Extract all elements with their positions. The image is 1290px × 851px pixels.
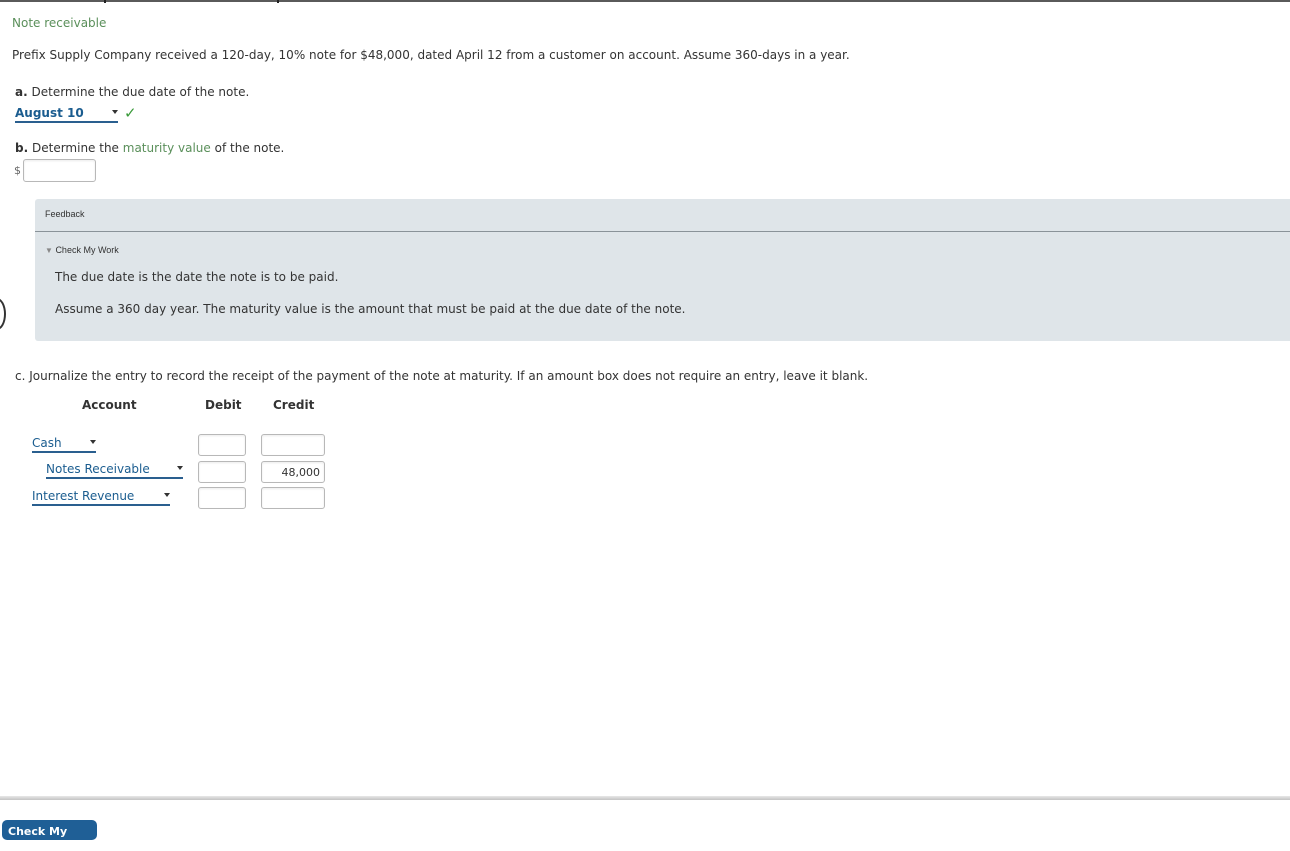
chevron-down-icon bbox=[164, 493, 170, 497]
account-select-row-3[interactable]: Interest Revenue bbox=[32, 489, 170, 506]
credit-input-row-3[interactable] bbox=[261, 487, 325, 509]
check-my-work-toggle-label: Check My Work bbox=[55, 245, 119, 255]
part-c-question: c. Journalize the entry to record the re… bbox=[15, 369, 868, 383]
feedback-panel: Feedback ▼ Check My Work The due date is… bbox=[35, 199, 1290, 341]
feedback-divider bbox=[35, 231, 1290, 232]
part-b-text-after: of the note. bbox=[214, 141, 285, 155]
maturity-value-input[interactable] bbox=[23, 159, 96, 182]
check-my-work-toggle[interactable]: ▼ Check My Work bbox=[45, 245, 119, 255]
due-date-value: August 10 bbox=[15, 106, 84, 120]
due-date-select[interactable]: August 10 bbox=[15, 106, 118, 123]
part-b-letter: b. bbox=[15, 141, 29, 155]
check-icon: ✓ bbox=[124, 104, 137, 122]
chevron-down-icon bbox=[177, 466, 183, 470]
chevron-down-icon bbox=[90, 440, 96, 444]
top-border-tick bbox=[277, 0, 279, 3]
account-value: Interest Revenue bbox=[32, 489, 135, 503]
top-border bbox=[0, 0, 1290, 2]
side-tab-indicator bbox=[0, 298, 6, 330]
top-border-tick bbox=[104, 0, 106, 3]
account-select-row-1[interactable]: Cash bbox=[32, 436, 96, 453]
account-value: Cash bbox=[32, 436, 62, 450]
feedback-line: The due date is the date the note is to … bbox=[55, 270, 339, 284]
maturity-value-link[interactable]: maturity value bbox=[123, 141, 211, 155]
account-select-row-2[interactable]: Notes Receivable bbox=[46, 462, 183, 479]
part-b-question: b. Determine the maturity value of the n… bbox=[15, 141, 284, 155]
part-a-question: a. Determine the due date of the note. bbox=[15, 85, 249, 99]
debit-input-row-1[interactable] bbox=[198, 434, 246, 456]
problem-prompt: Prefix Supply Company received a 120-day… bbox=[12, 48, 850, 62]
debit-header: Debit bbox=[205, 398, 242, 412]
account-value: Notes Receivable bbox=[46, 462, 150, 476]
part-b-text-before: Determine the bbox=[31, 141, 119, 155]
debit-input-row-2[interactable] bbox=[198, 461, 246, 483]
feedback-title: Feedback bbox=[45, 209, 85, 219]
part-a-text: Determine the due date of the note. bbox=[31, 85, 250, 99]
account-header: Account bbox=[82, 398, 137, 412]
part-a-letter: a. bbox=[15, 85, 28, 99]
problem-title: Note receivable bbox=[12, 16, 107, 30]
debit-input-row-3[interactable] bbox=[198, 487, 246, 509]
triangle-down-icon: ▼ bbox=[45, 246, 53, 255]
credit-header: Credit bbox=[273, 398, 315, 412]
currency-symbol: $ bbox=[14, 164, 21, 177]
credit-input-row-2[interactable] bbox=[261, 461, 325, 483]
part-c-letter: c. bbox=[15, 369, 26, 383]
footer-divider bbox=[0, 796, 1290, 800]
credit-input-row-1[interactable] bbox=[261, 434, 325, 456]
chevron-down-icon bbox=[112, 110, 118, 114]
feedback-line: Assume a 360 day year. The maturity valu… bbox=[55, 302, 686, 316]
part-c-text: Journalize the entry to record the recei… bbox=[29, 369, 869, 383]
check-my-work-button[interactable]: Check My Work bbox=[2, 820, 97, 851]
